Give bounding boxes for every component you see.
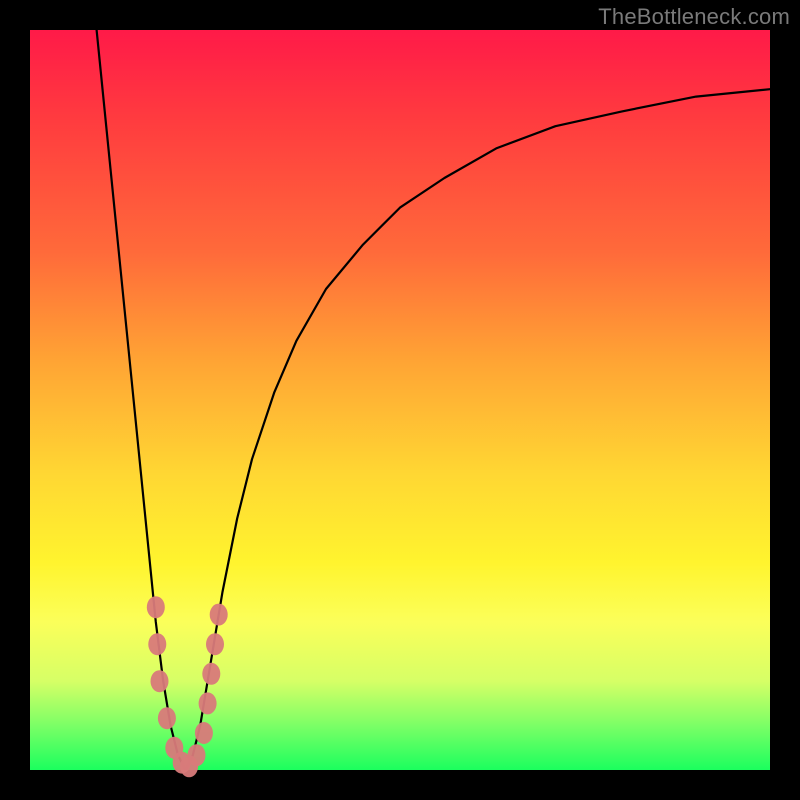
marker-point (158, 707, 176, 729)
marker-point (210, 604, 228, 626)
data-markers (147, 596, 228, 777)
curve-right-branch (185, 89, 770, 770)
marker-point (148, 633, 166, 655)
marker-point (199, 692, 217, 714)
marker-point (202, 663, 220, 685)
bottleneck-curve (97, 30, 770, 770)
marker-point (195, 722, 213, 744)
marker-point (151, 670, 169, 692)
marker-point (206, 633, 224, 655)
curve-left-branch (97, 30, 186, 770)
chart-overlay (30, 30, 770, 770)
marker-point (147, 596, 165, 618)
chart-frame: TheBottleneck.com (0, 0, 800, 800)
marker-point (188, 744, 206, 766)
watermark-text: TheBottleneck.com (598, 4, 790, 30)
